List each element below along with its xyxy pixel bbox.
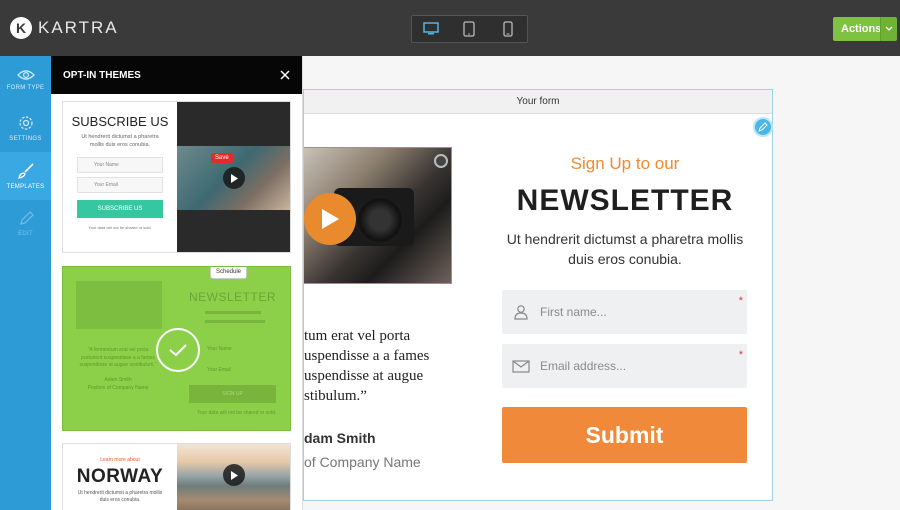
gear-icon: [18, 116, 33, 130]
rail-label-templates: TEMPLATES: [6, 184, 45, 190]
edit-form-button[interactable]: [753, 117, 773, 137]
testimonial-author: dam Smith: [304, 430, 376, 446]
user-icon: [514, 305, 528, 320]
rail-label-form-type: FORM TYPE: [6, 85, 45, 91]
testimonial-company: of Company Name: [304, 454, 421, 470]
pencil-icon: [758, 122, 768, 132]
theme-subscribe-email-placeholder: Your Email: [94, 182, 118, 189]
theme-newsletter-quote: "A fermentum erat vel porta parturient s…: [78, 347, 158, 392]
device-switcher: [411, 15, 528, 43]
rail-item-templates[interactable]: TEMPLATES: [0, 152, 51, 200]
theme-subscribe-subtitle: Ut hendrerit dictumst a pharetra mollis …: [81, 134, 159, 148]
rail-label-edit: EDIT: [18, 231, 33, 237]
theme-norway-photo: [177, 444, 290, 510]
signup-heading: Sign Up to our: [570, 154, 680, 173]
theme-card-newsletter-selected[interactable]: NEWSLETTER "A fermentum erat vel porta p…: [62, 266, 291, 431]
left-rail: FORM TYPE SETTINGS TEMPLATES EDIT: [0, 56, 51, 510]
envelope-icon: [512, 359, 530, 373]
schedule-badge[interactable]: Schedule: [210, 267, 248, 279]
theme-subscribe-email-field: Your Email: [77, 177, 163, 194]
pinterest-save-badge: Save: [211, 153, 233, 163]
play-icon[interactable]: [304, 193, 356, 245]
rail-item-edit[interactable]: EDIT: [0, 200, 51, 248]
panel-header: OPT-IN THEMES: [51, 56, 302, 94]
theme-newsletter-title: NEWSLETTER: [189, 290, 277, 304]
form-video[interactable]: [304, 147, 452, 284]
required-mark: *: [738, 295, 743, 307]
email-placeholder: Email address...: [540, 359, 627, 373]
brand-name: KARTRA: [38, 18, 119, 37]
desktop-icon: [423, 22, 439, 35]
desktop-view-button[interactable]: [412, 16, 450, 42]
theme-subscribe-title: SUBSCRIBE US: [71, 114, 169, 129]
email-field[interactable]: Email address... *: [502, 344, 747, 388]
theme-newsletter-line: [205, 320, 265, 323]
actions-dropdown[interactable]: Actions: [833, 17, 897, 41]
newsletter-title: NEWSLETTER: [516, 184, 734, 217]
first-name-placeholder: First name...: [540, 305, 607, 319]
target-icon: [434, 154, 448, 168]
theme-subscribe-button: SUBSCRIBE US: [77, 200, 163, 219]
mobile-view-button[interactable]: [489, 16, 527, 42]
newsletter-description: Ut hendrerit dictumst a pharetra mollis …: [506, 231, 744, 267]
top-bar: K KARTRA Actions: [0, 0, 900, 56]
theme-newsletter-button-label: SIGN UP: [222, 391, 243, 397]
panel-title: OPT-IN THEMES: [63, 69, 141, 81]
form-preview: Your form tum erat vel porta uspendisse …: [303, 89, 773, 501]
form-header: Your form: [304, 90, 772, 114]
play-icon: [223, 464, 245, 486]
save-badge-label: Save: [215, 155, 229, 161]
rail-label-settings: SETTINGS: [9, 136, 42, 142]
theme-newsletter-email-label: Your Email: [207, 367, 231, 373]
first-name-field[interactable]: First name... *: [502, 290, 747, 334]
theme-newsletter-video: [76, 281, 162, 329]
theme-norway-title: NORWAY: [76, 466, 164, 487]
theme-newsletter-name-label: Your Name: [207, 346, 232, 352]
theme-subscribe-name-placeholder: Your Name: [94, 162, 119, 169]
camera-lens-image: [356, 196, 404, 244]
theme-newsletter-quote-text: "A fermentum erat vel porta parturient s…: [79, 347, 157, 368]
rail-item-form-type[interactable]: FORM TYPE: [0, 56, 51, 104]
kartra-logo[interactable]: K KARTRA: [10, 17, 119, 39]
theme-subscribe-content: SUBSCRIBE US Ut hendrerit dictumst a pha…: [63, 102, 177, 252]
mobile-icon: [503, 21, 513, 37]
theme-subscribe-name-field: Your Name: [77, 157, 163, 174]
rail-item-settings[interactable]: SETTINGS: [0, 104, 51, 152]
pencil-icon: [19, 211, 34, 225]
theme-newsletter-author-title: Position of Company Name: [87, 384, 149, 391]
theme-subscribe-video: Save: [177, 102, 290, 252]
brush-icon: [17, 163, 34, 179]
testimonial-quote: tum erat vel porta uspendisse a a fames …: [304, 328, 430, 404]
kartra-logo-mark: K: [10, 17, 32, 39]
eye-icon: [16, 70, 35, 80]
play-icon: [223, 167, 245, 189]
tablet-icon: [463, 21, 476, 37]
required-mark: *: [738, 349, 743, 361]
opt-in-themes-panel: OPT-IN THEMES SUBSCRIBE US Ut hendrerit …: [51, 56, 303, 510]
theme-newsletter-footer: Your data will not be shared or sold.: [197, 410, 277, 416]
theme-newsletter-author: Adam Smith: [104, 377, 132, 383]
actions-button[interactable]: Actions: [833, 17, 881, 41]
theme-norway-learn-more: Learn more about: [100, 457, 140, 463]
schedule-label: Schedule: [216, 269, 242, 275]
submit-button[interactable]: Submit: [502, 407, 747, 463]
theme-card-subscribe[interactable]: SUBSCRIBE US Ut hendrerit dictumst a pha…: [62, 101, 291, 253]
theme-norway-subtitle: Ut hendrerit dictumst a pharetra mollis …: [77, 490, 163, 503]
tablet-view-button[interactable]: [450, 16, 488, 42]
chevron-down-icon[interactable]: [880, 17, 897, 41]
theme-newsletter-line: [205, 311, 261, 314]
theme-newsletter-button: SIGN UP: [189, 385, 276, 403]
close-icon[interactable]: [280, 70, 290, 80]
theme-subscribe-footer: Your data will not be shared or sold.: [88, 225, 152, 231]
theme-card-norway[interactable]: Learn more about NORWAY Ut hendrerit dic…: [62, 443, 291, 510]
selected-check-icon: [156, 328, 200, 372]
